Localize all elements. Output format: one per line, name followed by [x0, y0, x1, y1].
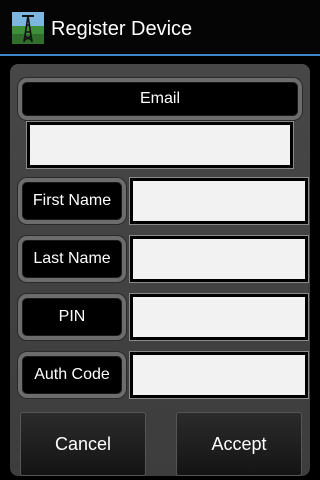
register-form-panel: Email First Name Last Name PIN Auth Code…: [10, 64, 310, 476]
pin-field[interactable]: [129, 293, 309, 341]
oil-derrick-icon: [12, 12, 44, 44]
auth-code-field[interactable]: [129, 351, 309, 399]
email-field[interactable]: [26, 121, 294, 169]
email-label: Email: [18, 78, 302, 120]
first-name-field[interactable]: [129, 177, 309, 225]
title-bar: Register Device: [0, 0, 320, 56]
cancel-button[interactable]: Cancel: [20, 412, 146, 476]
first-name-label: First Name: [18, 178, 126, 224]
last-name-field[interactable]: [129, 235, 309, 283]
app-title: Register Device: [51, 18, 193, 40]
accept-button[interactable]: Accept: [176, 412, 302, 476]
last-name-label: Last Name: [18, 236, 126, 282]
auth-code-label: Auth Code: [18, 352, 126, 398]
pin-label: PIN: [18, 294, 126, 340]
